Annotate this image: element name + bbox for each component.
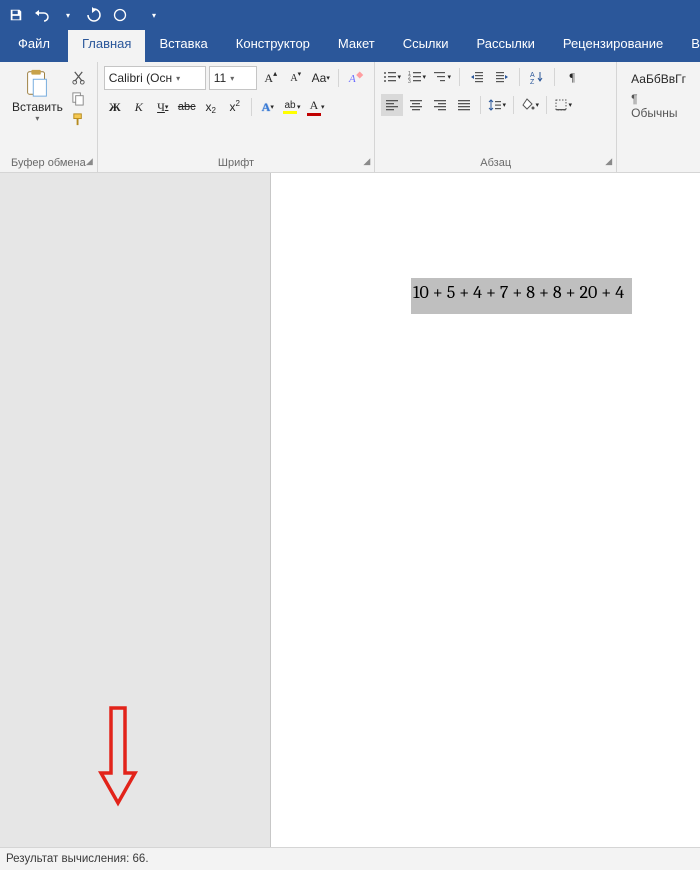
justify-button[interactable] [453,94,475,116]
align-center-button[interactable] [405,94,427,116]
font-size-combo[interactable]: 11 ▾ [209,66,257,90]
text-effects-button[interactable]: A▾ [257,96,279,118]
italic-button[interactable]: К [128,96,150,118]
tab-mailings[interactable]: Рассылки [462,30,548,62]
ribbon: Вставить ▾ Буфер обмена◢ Calibri (Осн▾ 1… [0,62,700,173]
chevron-down-icon[interactable]: ▾ [230,74,234,83]
group-font-label: Шрифт [218,157,254,169]
app-window: ▾ ▾ Файл Главная Вставка Конструктор Мак… [0,0,700,870]
undo-icon[interactable] [34,7,50,23]
redo-icon[interactable] [86,7,102,23]
clipboard-dialog-icon[interactable]: ◢ [86,156,93,167]
status-calc-result: Результат вычисления: 66. [6,853,149,865]
annotation-arrow-bottom [88,703,148,813]
font-name-value: Calibri (Осн [109,71,172,85]
font-size-value: 11 [214,71,226,85]
bullets-button[interactable]: ▾ [381,66,403,88]
clear-format-icon[interactable]: A [345,67,367,89]
quick-access-toolbar: ▾ ▾ [0,0,700,30]
change-case-icon[interactable]: Aa▾ [310,67,332,89]
style-gallery-item[interactable]: АаБбВвГг ¶ Обычны [623,66,694,120]
annotation-arrow-top [100,173,160,185]
shrink-font-icon[interactable]: A▾ [285,67,307,89]
paste-label: Вставить [12,100,63,114]
paragraph-dialog-icon[interactable]: ◢ [605,156,612,167]
group-font: Calibri (Осн ▾ 11 ▾ A▴ A▾ Aa▾ A Ж К Ч▾ abc… [98,62,375,172]
document-page[interactable]: 10 + 5 + 4 + 7 + 8 + 8 + 20 + 4 [270,173,700,847]
save-icon[interactable] [8,7,24,23]
font-name-combo[interactable]: Calibri (Осн ▾ [104,66,206,90]
borders-button[interactable]: ▾ [552,94,574,116]
indent-right-button[interactable] [491,66,513,88]
tab-references[interactable]: Ссылки [389,30,463,62]
tab-design[interactable]: Конструктор [222,30,324,62]
circle-icon[interactable] [112,7,128,23]
format-painter-icon[interactable] [71,112,86,127]
svg-text:Z: Z [530,79,535,84]
cut-icon[interactable] [71,70,86,85]
ribbon-tabs: Файл Главная Вставка Конструктор Макет С… [0,30,700,62]
align-right-button[interactable] [429,94,451,116]
paste-button[interactable]: Вставить ▾ [6,66,71,123]
group-styles: АаБбВвГг ¶ Обычны [617,62,700,172]
pilcrow-button[interactable]: ¶ [561,66,583,88]
shading-button[interactable]: ▾ [519,94,541,116]
group-clipboard-label: Буфер обмена [11,157,86,169]
qat-customize-icon[interactable]: ▾ [146,7,162,23]
superscript-button[interactable]: x2 [224,96,246,118]
indent-left-button[interactable] [466,66,488,88]
highlight-button[interactable]: ab▾ [281,96,303,118]
selected-text[interactable]: 10 + 5 + 4 + 7 + 8 + 8 + 20 + 4 [411,278,632,314]
tab-view[interactable]: Вид [677,30,700,62]
numbering-button[interactable]: 123▾ [406,66,428,88]
group-clipboard: Вставить ▾ Буфер обмена◢ [0,62,98,172]
line-spacing-button[interactable]: ▾ [486,94,508,116]
align-left-button[interactable] [381,94,403,116]
copy-icon[interactable] [71,91,86,106]
svg-text:A: A [530,72,535,79]
style-sample: АаБбВвГг [631,72,686,86]
tab-insert[interactable]: Вставка [145,30,221,62]
svg-text:3: 3 [408,79,411,84]
grow-font-icon[interactable]: A▴ [260,67,282,89]
subscript-button[interactable]: x2 [200,96,222,118]
tab-home[interactable]: Главная [68,30,145,62]
tab-layout[interactable]: Макет [324,30,389,62]
undo-more-icon[interactable]: ▾ [60,7,76,23]
group-paragraph: ▾ 123▾ ▾ AZ ¶ ▾ [375,62,617,172]
font-color-button[interactable]: A▾ [305,96,327,118]
bold-button[interactable]: Ж [104,96,126,118]
status-bar: Результат вычисления: 66. [0,847,700,870]
svg-text:A: A [348,73,356,85]
chevron-down-icon[interactable]: ▾ [176,74,180,83]
sort-button[interactable]: AZ [526,66,548,88]
underline-button[interactable]: Ч▾ [152,96,174,118]
tab-review[interactable]: Рецензирование [549,30,677,62]
strike-button[interactable]: abc [176,96,198,118]
workspace: 10 + 5 + 4 + 7 + 8 + 8 + 20 + 4 [0,173,700,847]
tab-file[interactable]: Файл [0,30,68,62]
group-paragraph-label: Абзац [480,157,511,169]
multilevel-button[interactable]: ▾ [431,66,453,88]
font-dialog-icon[interactable]: ◢ [363,156,370,167]
style-name: ¶ Обычны [631,92,686,120]
